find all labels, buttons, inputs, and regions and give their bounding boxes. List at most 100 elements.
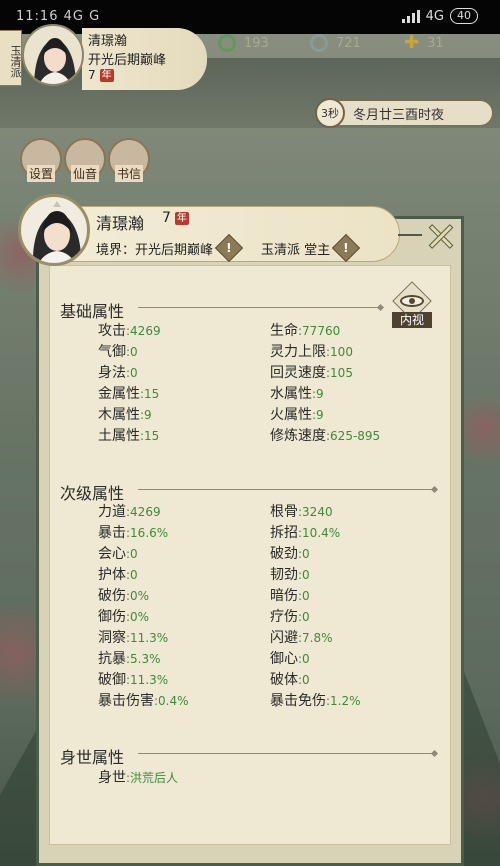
calendar-pill[interactable]: 3秒 冬月廿三酉时夜 <box>315 98 493 128</box>
jade-coin-icon <box>218 34 236 52</box>
stat-label: 暴击免伤 <box>270 693 326 709</box>
stat-label: 破御 <box>98 672 126 688</box>
stat-row: 洞察:11.3% <box>98 627 168 647</box>
stat-label: 身世 <box>98 770 126 786</box>
resource-jade[interactable]: 193 <box>218 34 269 52</box>
stat-value: :0 <box>298 568 310 582</box>
stat-value: :9 <box>312 408 324 422</box>
hud-age-value: 7 <box>88 68 96 82</box>
stat-row: 破伤:0% <box>98 585 149 605</box>
stat-row: 疗伤:0 <box>270 606 310 626</box>
spirit-stone-icon <box>310 34 328 52</box>
stat-row: 拆招:10.4% <box>270 522 340 542</box>
sect-info-icon[interactable]: ! <box>332 233 361 263</box>
eye-pupil <box>409 298 415 304</box>
stat-value: :15 <box>140 429 160 443</box>
stat-value: :5.3% <box>126 652 161 666</box>
stat-label: 御心 <box>270 651 298 667</box>
stat-value: :11.3% <box>126 631 169 645</box>
stat-value: :9 <box>312 387 324 401</box>
stat-value: :1.2% <box>326 694 361 708</box>
stat-value: :7.8% <box>298 631 333 645</box>
stat-label: 洞察 <box>98 630 126 646</box>
stat-row: 韧劲:0 <box>270 564 310 584</box>
stat-label: 拆招 <box>270 525 298 541</box>
stat-value: :11.3% <box>126 673 169 687</box>
close-icon[interactable] <box>422 222 458 250</box>
hud-avatar[interactable] <box>22 24 84 86</box>
character-subline: 境界：开光后期巅峰 ! 玉清派 堂主 ! <box>96 233 361 263</box>
character-avatar <box>18 194 90 266</box>
stat-row: 护体:0 <box>98 564 138 584</box>
stat-label: 灵力上限 <box>270 344 326 360</box>
stat-label: 木属性 <box>98 407 140 423</box>
music-button-label: 仙音 <box>70 165 99 182</box>
character-age-unit: 年 <box>174 211 189 225</box>
mail-button-label: 书信 <box>114 165 143 182</box>
resource-spirit-stone[interactable]: 721 <box>310 34 361 52</box>
stat-label: 根骨 <box>270 504 298 520</box>
stat-label: 闪避 <box>270 630 298 646</box>
secondary-attributes-divider <box>138 489 434 490</box>
hud-sect-tag[interactable]: 玉清派 <box>0 30 22 86</box>
inspect-button[interactable]: 内视 <box>390 281 434 329</box>
stat-label: 身法 <box>98 365 126 381</box>
stat-row: 火属性:9 <box>270 404 324 424</box>
stat-label: 土属性 <box>98 428 140 444</box>
resource-gold[interactable]: ✚ 31 <box>404 34 444 52</box>
stat-label: 修炼速度 <box>270 428 326 444</box>
character-sect: 玉清派 堂主 <box>261 242 331 258</box>
stat-row: 金属性:15 <box>98 383 159 403</box>
hud-age: 7 年 <box>88 68 114 82</box>
stat-row: 暗伤:0 <box>270 585 310 605</box>
stat-label: 回灵速度 <box>270 365 326 381</box>
settings-button[interactable]: 设置 <box>20 138 62 182</box>
stat-row: 土属性:15 <box>98 425 159 445</box>
stat-label: 生命 <box>270 323 298 339</box>
stat-label: 火属性 <box>270 407 312 423</box>
hud-realm: 开光后期巅峰 <box>88 53 167 68</box>
music-button[interactable]: 仙音 <box>64 138 106 182</box>
stat-value: :0 <box>126 345 138 359</box>
stat-row: 暴击伤害:0.4% <box>98 690 189 710</box>
stat-label: 水属性 <box>270 386 312 402</box>
calendar-text: 冬月廿三酉时夜 <box>353 107 445 123</box>
stat-label: 破劲 <box>270 546 298 562</box>
stat-label: 暴击伤害 <box>98 693 154 709</box>
stat-value: :0 <box>298 547 310 561</box>
signal-icon <box>401 9 420 23</box>
stat-value: :10.4% <box>298 526 341 540</box>
stat-label: 气御 <box>98 344 126 360</box>
realm-info-icon[interactable]: ! <box>214 233 244 263</box>
stat-value: :0 <box>298 589 310 603</box>
stat-value: :0 <box>126 547 138 561</box>
close-connector <box>398 234 422 236</box>
stat-row: 修炼速度:625-895 <box>270 425 380 445</box>
stat-value: :0% <box>126 589 150 603</box>
stat-label: 抗暴 <box>98 651 126 667</box>
stat-value: :77760 <box>298 324 341 338</box>
status-bar: 11:16 4G G 4G 40 <box>0 0 500 34</box>
mail-button[interactable]: 书信 <box>108 138 150 182</box>
stat-value: :16.6% <box>126 526 169 540</box>
stat-row: 身法:0 <box>98 362 138 382</box>
timer-seconds: 3秒 <box>315 98 345 128</box>
stat-row: 攻击:4269 <box>98 320 161 340</box>
stat-row: 木属性:9 <box>98 404 152 424</box>
stat-label: 金属性 <box>98 386 140 402</box>
stat-value: :0 <box>298 673 310 687</box>
stat-value: :0 <box>126 366 138 380</box>
stat-row: 暴击免伤:1.2% <box>270 690 361 710</box>
battery-icon: 40 <box>450 8 478 24</box>
stat-label: 暴击 <box>98 525 126 541</box>
hud-age-unit: 年 <box>99 68 114 82</box>
resource-spirit-value: 721 <box>336 35 361 51</box>
stat-value: :洪荒后人 <box>126 771 179 785</box>
character-age: 7 年 <box>162 210 189 226</box>
network-label: 4G <box>425 8 444 24</box>
resource-gold-value: 31 <box>427 35 444 51</box>
stat-row: 生命:77760 <box>270 320 340 340</box>
background-attributes-divider <box>138 753 434 754</box>
resource-jade-value: 193 <box>244 35 269 51</box>
stat-value: :0 <box>126 568 138 582</box>
